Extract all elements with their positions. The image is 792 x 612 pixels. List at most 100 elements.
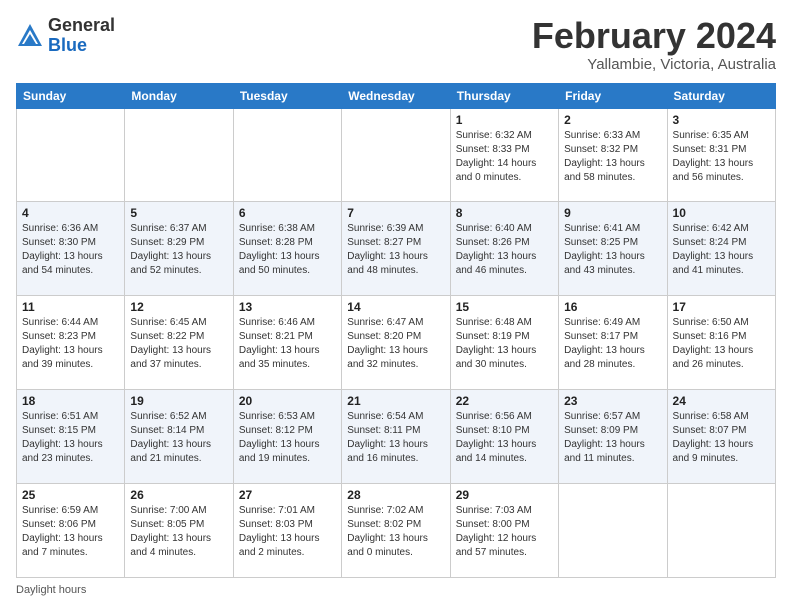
week-row-1: 1 Sunrise: 6:32 AM Sunset: 8:33 PM Daylig… [17,108,776,202]
day-number: 10 [673,206,770,220]
day-cell: 21 Sunrise: 6:54 AM Sunset: 8:11 PM Dayli… [342,390,450,484]
footer: Daylight hours [16,584,776,596]
day-number: 18 [22,394,119,408]
day-number: 19 [130,394,227,408]
col-header-monday: Monday [125,83,233,108]
day-cell: 19 Sunrise: 6:52 AM Sunset: 8:14 PM Dayli… [125,390,233,484]
day-detail: Sunrise: 6:51 AM Sunset: 8:15 PM Dayligh… [22,410,119,466]
day-cell: 1 Sunrise: 6:32 AM Sunset: 8:33 PM Daylig… [450,108,558,202]
day-detail: Sunrise: 6:58 AM Sunset: 8:07 PM Dayligh… [673,410,770,466]
day-cell: 3 Sunrise: 6:35 AM Sunset: 8:31 PM Daylig… [667,108,775,202]
day-number: 11 [22,300,119,314]
week-row-3: 11 Sunrise: 6:44 AM Sunset: 8:23 PM Dayli… [17,296,776,390]
day-detail: Sunrise: 6:36 AM Sunset: 8:30 PM Dayligh… [22,222,119,278]
col-header-sunday: Sunday [17,83,125,108]
day-detail: Sunrise: 6:39 AM Sunset: 8:27 PM Dayligh… [347,222,444,278]
day-number: 23 [564,394,661,408]
day-number: 3 [673,113,770,127]
day-detail: Sunrise: 6:54 AM Sunset: 8:11 PM Dayligh… [347,410,444,466]
day-number: 14 [347,300,444,314]
day-cell: 15 Sunrise: 6:48 AM Sunset: 8:19 PM Dayli… [450,296,558,390]
day-cell: 5 Sunrise: 6:37 AM Sunset: 8:29 PM Daylig… [125,202,233,296]
day-detail: Sunrise: 6:42 AM Sunset: 8:24 PM Dayligh… [673,222,770,278]
day-detail: Sunrise: 6:40 AM Sunset: 8:26 PM Dayligh… [456,222,553,278]
title-block: February 2024 Yallambie, Victoria, Austr… [532,16,776,73]
day-cell [342,108,450,202]
day-number: 12 [130,300,227,314]
day-detail: Sunrise: 6:41 AM Sunset: 8:25 PM Dayligh… [564,222,661,278]
calendar-table: SundayMondayTuesdayWednesdayThursdayFrid… [16,83,776,578]
col-header-friday: Friday [559,83,667,108]
day-number: 27 [239,488,336,502]
day-detail: Sunrise: 6:44 AM Sunset: 8:23 PM Dayligh… [22,316,119,372]
day-number: 7 [347,206,444,220]
day-detail: Sunrise: 7:03 AM Sunset: 8:00 PM Dayligh… [456,504,553,560]
col-header-thursday: Thursday [450,83,558,108]
day-detail: Sunrise: 6:49 AM Sunset: 8:17 PM Dayligh… [564,316,661,372]
day-cell: 10 Sunrise: 6:42 AM Sunset: 8:24 PM Dayli… [667,202,775,296]
day-cell: 14 Sunrise: 6:47 AM Sunset: 8:20 PM Dayli… [342,296,450,390]
week-row-2: 4Sunrise: 6:36 AM Sunset: 8:30 PM Daylig… [17,202,776,296]
day-detail: Sunrise: 6:37 AM Sunset: 8:29 PM Dayligh… [130,222,227,278]
day-detail: Sunrise: 6:53 AM Sunset: 8:12 PM Dayligh… [239,410,336,466]
col-header-tuesday: Tuesday [233,83,341,108]
daylight-label: Daylight hours [16,584,86,596]
day-cell: 7 Sunrise: 6:39 AM Sunset: 8:27 PM Daylig… [342,202,450,296]
day-detail: Sunrise: 6:45 AM Sunset: 8:22 PM Dayligh… [130,316,227,372]
header: General Blue February 2024 Yallambie, Vi… [16,16,776,73]
day-cell [17,108,125,202]
day-detail: Sunrise: 6:46 AM Sunset: 8:21 PM Dayligh… [239,316,336,372]
day-number: 17 [673,300,770,314]
day-number: 6 [239,206,336,220]
page: General Blue February 2024 Yallambie, Vi… [0,0,792,612]
logo-blue: Blue [48,35,87,55]
week-row-4: 18 Sunrise: 6:51 AM Sunset: 8:15 PM Dayli… [17,390,776,484]
day-number: 15 [456,300,553,314]
day-cell: 27Sunrise: 7:01 AM Sunset: 8:03 PM Dayli… [233,484,341,578]
day-number: 8 [456,206,553,220]
day-cell: 16 Sunrise: 6:49 AM Sunset: 8:17 PM Dayli… [559,296,667,390]
day-cell: 6Sunrise: 6:38 AM Sunset: 8:28 PM Daylig… [233,202,341,296]
day-cell [125,108,233,202]
day-number: 16 [564,300,661,314]
day-cell: 29 Sunrise: 7:03 AM Sunset: 8:00 PM Dayli… [450,484,558,578]
day-cell [667,484,775,578]
day-detail: Sunrise: 6:48 AM Sunset: 8:19 PM Dayligh… [456,316,553,372]
day-cell: 24 Sunrise: 6:58 AM Sunset: 8:07 PM Dayli… [667,390,775,484]
day-number: 1 [456,113,553,127]
day-detail: Sunrise: 6:47 AM Sunset: 8:20 PM Dayligh… [347,316,444,372]
day-cell: 18 Sunrise: 6:51 AM Sunset: 8:15 PM Dayli… [17,390,125,484]
day-detail: Sunrise: 6:52 AM Sunset: 8:14 PM Dayligh… [130,410,227,466]
day-detail: Sunrise: 6:35 AM Sunset: 8:31 PM Dayligh… [673,129,770,185]
day-cell: 25Sunrise: 6:59 AM Sunset: 8:06 PM Dayli… [17,484,125,578]
logo-text: General Blue [48,16,115,56]
day-number: 2 [564,113,661,127]
day-number: 29 [456,488,553,502]
day-detail: Sunrise: 6:59 AM Sunset: 8:06 PM Dayligh… [22,504,119,560]
day-cell: 23Sunrise: 6:57 AM Sunset: 8:09 PM Dayli… [559,390,667,484]
col-header-saturday: Saturday [667,83,775,108]
day-number: 13 [239,300,336,314]
day-number: 5 [130,206,227,220]
day-number: 24 [673,394,770,408]
day-cell: 26Sunrise: 7:00 AM Sunset: 8:05 PM Dayli… [125,484,233,578]
logo: General Blue [16,16,115,56]
day-number: 9 [564,206,661,220]
day-number: 20 [239,394,336,408]
day-number: 21 [347,394,444,408]
day-cell: 28 Sunrise: 7:02 AM Sunset: 8:02 PM Dayli… [342,484,450,578]
day-detail: Sunrise: 6:33 AM Sunset: 8:32 PM Dayligh… [564,129,661,185]
col-header-wednesday: Wednesday [342,83,450,108]
day-detail: Sunrise: 7:02 AM Sunset: 8:02 PM Dayligh… [347,504,444,560]
day-cell: 4Sunrise: 6:36 AM Sunset: 8:30 PM Daylig… [17,202,125,296]
day-number: 28 [347,488,444,502]
day-cell: 13 Sunrise: 6:46 AM Sunset: 8:21 PM Dayli… [233,296,341,390]
day-number: 22 [456,394,553,408]
day-detail: Sunrise: 6:32 AM Sunset: 8:33 PM Dayligh… [456,129,553,185]
day-cell [559,484,667,578]
day-cell: 8 Sunrise: 6:40 AM Sunset: 8:26 PM Daylig… [450,202,558,296]
location-title: Yallambie, Victoria, Australia [532,56,776,73]
day-cell: 12 Sunrise: 6:45 AM Sunset: 8:22 PM Dayli… [125,296,233,390]
day-cell: 11 Sunrise: 6:44 AM Sunset: 8:23 PM Dayli… [17,296,125,390]
week-row-5: 25Sunrise: 6:59 AM Sunset: 8:06 PM Dayli… [17,484,776,578]
